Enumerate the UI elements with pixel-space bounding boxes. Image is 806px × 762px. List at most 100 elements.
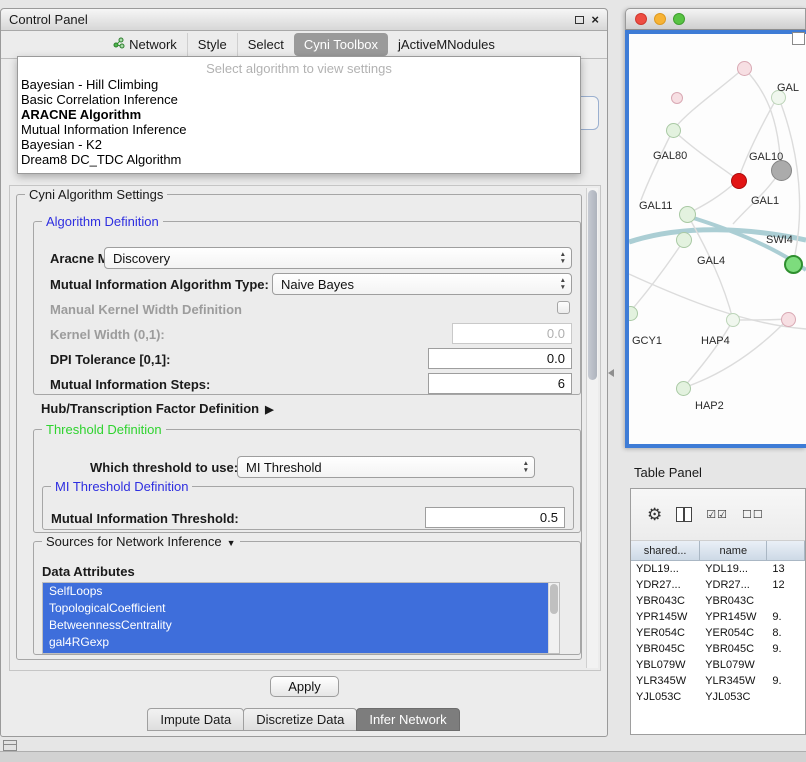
network-canvas[interactable]: GAL GAL80 GAL10 GAL11 GAL1 SWI4 GAL4 GCY…	[629, 34, 806, 444]
algorithm-option-mutual-information[interactable]: Mutual Information Inference	[18, 122, 580, 137]
control-panel-titlebar[interactable]: Control Panel ×	[1, 9, 607, 31]
tab-style[interactable]: Style	[187, 33, 237, 56]
table-row[interactable]: YBR045C YBR045C 9.	[631, 641, 805, 657]
collapse-down-icon[interactable]: ▼	[227, 538, 236, 548]
dpi-tolerance-field[interactable]: 0.0	[428, 348, 572, 369]
attribute-betweennesscentrality[interactable]: BetweennessCentrality	[43, 617, 548, 634]
algorithm-option-bayesian-k2[interactable]: Bayesian - K2	[18, 137, 580, 152]
manual-kernel-width-checkbox[interactable]	[557, 301, 570, 314]
mi-steps-field[interactable]: 6	[428, 373, 572, 394]
tab-discretize-data[interactable]: Discretize Data	[243, 708, 357, 731]
network-node-hap2[interactable]	[676, 381, 691, 396]
network-window-titlebar[interactable]	[625, 8, 806, 30]
tab-cyni-toolbox[interactable]: Cyni Toolbox	[294, 33, 388, 56]
mi-algorithm-type-value: Naive Bayes	[281, 277, 354, 292]
table-row[interactable]: YDL19... YDL19... 13	[631, 561, 805, 577]
cell-shared-name[interactable]: YJL053C	[631, 691, 700, 703]
zoom-traffic-light[interactable]	[673, 13, 685, 25]
network-overview-toggle[interactable]	[792, 32, 805, 45]
mi-algorithm-type-combobox[interactable]: Naive Bayes ▲▼	[272, 273, 572, 295]
cell-name[interactable]: YBL079W	[700, 659, 767, 671]
close-window-icon[interactable]: ×	[591, 15, 599, 25]
network-node-bright-green[interactable]	[784, 255, 803, 274]
cell-name[interactable]: YBR045C	[700, 643, 767, 655]
table-row[interactable]: YER054C YER054C 8.	[631, 625, 805, 641]
cell-name[interactable]: YBR043C	[700, 595, 767, 607]
cell-value[interactable]: 8.	[767, 627, 805, 639]
tab-jactivemodules[interactable]: jActiveMNodules	[388, 33, 505, 56]
close-traffic-light[interactable]	[635, 13, 647, 25]
cell-shared-name[interactable]: YPR145W	[631, 611, 700, 623]
algorithm-option-basic-correlation[interactable]: Basic Correlation Inference	[18, 92, 580, 107]
cell-value[interactable]: 9.	[767, 675, 805, 687]
expand-right-icon[interactable]: ▶	[265, 404, 273, 416]
cell-name[interactable]: YLR345W	[700, 675, 767, 687]
cell-value[interactable]: 9.	[767, 643, 805, 655]
which-threshold-combobox[interactable]: MI Threshold ▲▼	[237, 456, 535, 478]
cell-name[interactable]: YJL053C	[700, 691, 767, 703]
column-header-shared-name[interactable]: shared...	[631, 541, 700, 561]
cell-name[interactable]: YPR145W	[700, 611, 767, 623]
cell-shared-name[interactable]: YBR045C	[631, 643, 700, 655]
table-row[interactable]: YDR27... YDR27... 12	[631, 577, 805, 593]
attribute-gal4rgexp[interactable]: gal4RGexp	[43, 634, 548, 651]
algorithm-option-aracne[interactable]: ARACNE Algorithm	[18, 107, 580, 122]
panel-splitter-handle[interactable]	[608, 369, 614, 377]
network-tab-icon	[113, 37, 125, 52]
select-all-checks-icon[interactable]: ☑☑	[706, 508, 728, 521]
hub-transcription-factor-section[interactable]: Hub/Transcription Factor Definition▶	[41, 401, 274, 416]
minimize-traffic-light[interactable]	[654, 13, 666, 25]
attribute-selfloops[interactable]: SelfLoops	[43, 583, 548, 600]
cell-value[interactable]: 13	[767, 563, 805, 575]
network-node-red[interactable]	[731, 173, 747, 189]
kernel-width-field[interactable]: 0.0	[452, 323, 572, 344]
algorithm-option-dream8[interactable]: Dream8 DC_TDC Algorithm	[18, 152, 580, 167]
sources-title[interactable]: Sources for Network Inference▼	[42, 534, 240, 549]
deselect-all-checks-icon[interactable]: ☐☐	[742, 508, 764, 521]
cell-shared-name[interactable]: YDL19...	[631, 563, 700, 575]
attribute-topologicalcoefficient[interactable]: TopologicalCoefficient	[43, 600, 548, 617]
network-node-gal4[interactable]	[676, 232, 692, 248]
float-window-icon[interactable]	[575, 16, 584, 24]
tab-select[interactable]: Select	[237, 33, 294, 56]
tab-impute-data[interactable]: Impute Data	[147, 708, 244, 731]
minimized-panel-icon[interactable]	[3, 740, 17, 751]
cell-shared-name[interactable]: YER054C	[631, 627, 700, 639]
cell-shared-name[interactable]: YDR27...	[631, 579, 700, 591]
tab-network[interactable]: Network	[103, 33, 187, 56]
cell-shared-name[interactable]: YBL079W	[631, 659, 700, 671]
gear-icon[interactable]: ⚙	[647, 506, 662, 523]
table-row[interactable]: YLR345W YLR345W 9.	[631, 673, 805, 689]
attribute-list-scrollbar[interactable]	[548, 583, 559, 653]
cell-shared-name[interactable]: YLR345W	[631, 675, 700, 687]
cell-value[interactable]: 12	[767, 579, 805, 591]
network-node-gal80[interactable]	[666, 123, 681, 138]
table-row[interactable]: YBR043C YBR043C	[631, 593, 805, 609]
columns-icon[interactable]	[676, 507, 692, 522]
mi-threshold-field[interactable]: 0.5	[425, 507, 565, 528]
data-attributes-list[interactable]: SelfLoops TopologicalCoefficient Between…	[42, 582, 560, 654]
network-node-gray[interactable]	[771, 160, 792, 181]
cell-shared-name[interactable]: YBR043C	[631, 595, 700, 607]
algorithm-option-bayesian-hill-climbing[interactable]: Bayesian - Hill Climbing	[18, 77, 580, 92]
settings-vertical-scrollbar[interactable]	[586, 188, 598, 668]
column-header-partial[interactable]	[767, 541, 805, 561]
table-row[interactable]: YBL079W YBL079W	[631, 657, 805, 673]
cell-value[interactable]: 9.	[767, 611, 805, 623]
tab-infer-network[interactable]: Infer Network	[356, 708, 459, 731]
network-node-hap4[interactable]	[781, 312, 796, 327]
table-row[interactable]: YJL053C YJL053C	[631, 689, 805, 705]
table-row[interactable]: YPR145W YPR145W 9.	[631, 609, 805, 625]
attribute-list-scrollbar-thumb[interactable]	[550, 584, 558, 614]
network-node-pink-small[interactable]	[671, 92, 683, 104]
cell-name[interactable]: YDR27...	[700, 579, 767, 591]
aracne-mode-combobox[interactable]: Discovery ▲▼	[104, 247, 572, 269]
cell-name[interactable]: YDL19...	[700, 563, 767, 575]
network-node-center[interactable]	[726, 313, 740, 327]
column-header-name[interactable]: name	[700, 541, 767, 561]
settings-scrollbar-thumb[interactable]	[588, 190, 597, 380]
apply-button[interactable]: Apply	[270, 676, 339, 697]
cell-name[interactable]: YER054C	[700, 627, 767, 639]
network-node-gal11[interactable]	[679, 206, 696, 223]
network-node-pink-top[interactable]	[737, 61, 752, 76]
